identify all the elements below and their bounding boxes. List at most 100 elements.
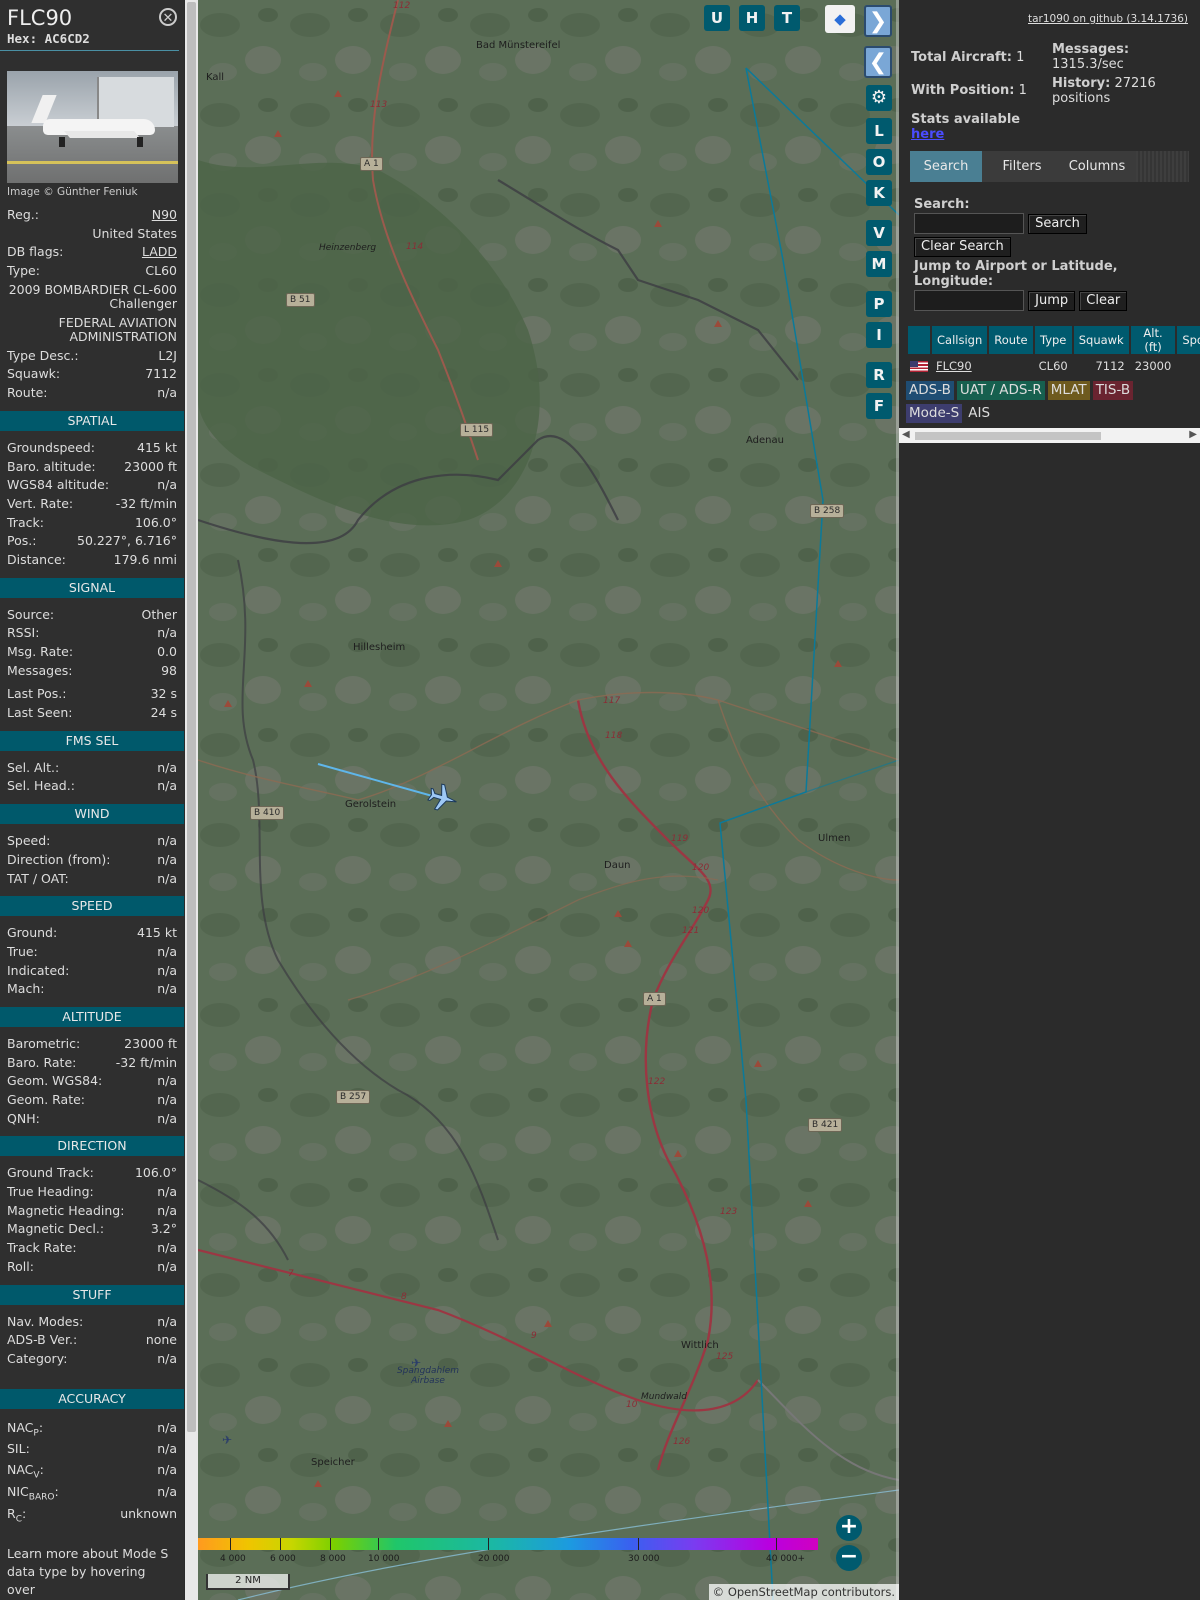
- jump-input[interactable]: [914, 290, 1024, 311]
- learn-more-text: Learn more about Mode S data type by hov…: [7, 1545, 169, 1597]
- info-panel-scrollbar[interactable]: [185, 0, 198, 1600]
- section-header-fms-sel: FMS SEL: [0, 730, 184, 751]
- section-header-wind: WIND: [0, 804, 184, 825]
- road-number: 7: [288, 1269, 294, 1279]
- map-button-u[interactable]: U: [704, 5, 730, 31]
- info-row: Distance: 179.6 nmi: [0, 551, 184, 570]
- road-number: 10: [626, 1400, 638, 1410]
- road-shield: A 1: [643, 992, 666, 1006]
- reg-label: Reg.:: [7, 207, 39, 222]
- tab-search[interactable]: Search: [910, 151, 982, 182]
- table-horizontal-scrollbar[interactable]: ◀ ▶: [899, 428, 1200, 443]
- table-header-type[interactable]: Type: [1034, 326, 1072, 354]
- table-header-flag[interactable]: [908, 326, 930, 354]
- info-row-value: n/a: [157, 477, 177, 493]
- stats-here-link[interactable]: here: [911, 127, 1196, 142]
- road-number: 120: [692, 863, 710, 873]
- aircraft-photo[interactable]: [7, 71, 178, 183]
- jump-button[interactable]: Jump: [1028, 290, 1076, 311]
- source-tisb[interactable]: TIS-B: [1092, 381, 1134, 400]
- altitude-legend-tick: [378, 1538, 379, 1550]
- road-shield: B 257: [336, 1090, 371, 1104]
- source-mlat[interactable]: MLAT: [1047, 381, 1090, 400]
- scrollbar-thumb[interactable]: [915, 432, 1101, 440]
- map-button-h[interactable]: H: [739, 5, 765, 31]
- source-uat[interactable]: UAT / ADS-R: [956, 381, 1045, 400]
- altitude-legend-tick: [280, 1538, 281, 1550]
- section-header-signal: SIGNAL: [0, 577, 184, 598]
- table-header-callsign[interactable]: Callsign: [932, 326, 988, 354]
- github-link[interactable]: tar1090 on github (3.14.1736): [1028, 13, 1188, 25]
- info-row-value: 24 s: [150, 705, 177, 721]
- info-row-value: -32 ft/min: [115, 495, 177, 511]
- info-row-label: Direction (from):: [7, 851, 111, 867]
- clear-search-button[interactable]: Clear Search: [914, 237, 1011, 257]
- selected-hex: Hex: AC6CD2: [7, 31, 90, 46]
- tab-columns[interactable]: Columns: [1060, 151, 1134, 182]
- info-row: True Heading: n/a: [0, 1183, 184, 1202]
- altitude-legend-label: 30 000: [628, 1554, 660, 1564]
- altitude-color-legend: [198, 1538, 818, 1550]
- map-button-m[interactable]: M: [866, 251, 892, 277]
- nacp-row: NACP: n/a: [0, 1417, 184, 1439]
- scrollbar-thumb[interactable]: [187, 2, 196, 1432]
- map-view[interactable]: ✈ ✈ Kall Bad Münstereifel Heinzenberg Adena…: [198, 0, 899, 1600]
- layers-icon[interactable]: ◆: [825, 5, 855, 33]
- chevron-right-icon[interactable]: ❯: [864, 5, 892, 37]
- map-button-v[interactable]: V: [866, 220, 892, 246]
- road-number: 113: [370, 100, 388, 110]
- scroll-left-icon[interactable]: ◀: [902, 429, 910, 440]
- info-row-label: Geom. Rate:: [7, 1092, 86, 1107]
- search-input[interactable]: [914, 213, 1024, 234]
- gear-icon[interactable]: ⚙: [866, 85, 892, 111]
- info-row: Direction (from): n/a: [0, 851, 184, 870]
- road-number: 120: [692, 906, 710, 916]
- info-row-label: Msg. Rate:: [7, 644, 74, 659]
- map-place-label: Heinzenberg: [319, 243, 377, 253]
- source-adsb[interactable]: ADS-B: [906, 381, 954, 400]
- table-header-route[interactable]: Route: [989, 326, 1033, 354]
- zoom-in-button[interactable]: +: [836, 1515, 862, 1541]
- cell-callsign[interactable]: FLC90: [932, 356, 987, 376]
- clear-jump-button[interactable]: Clear: [1079, 290, 1128, 311]
- map-button-i[interactable]: I: [866, 322, 892, 348]
- registration-link[interactable]: N90: [152, 206, 177, 225]
- map-button-f[interactable]: F: [866, 393, 892, 419]
- zoom-out-button[interactable]: −: [836, 1545, 862, 1571]
- table-row[interactable]: FLC90 CL60 7112 23000 4: [908, 356, 1200, 376]
- table-header-altitude[interactable]: Alt. (ft): [1130, 326, 1176, 354]
- map-button-o[interactable]: O: [866, 149, 892, 175]
- info-row: Geom. WGS84: n/a: [0, 1072, 184, 1091]
- chevron-left-icon[interactable]: ❮: [864, 46, 892, 78]
- info-row-value: n/a: [157, 625, 177, 641]
- map-place-label: Spangdahlem Airbase: [396, 1366, 460, 1386]
- info-row-value: n/a: [157, 981, 177, 997]
- source-modes[interactable]: Mode-S: [906, 404, 963, 423]
- tab-overflow: [1136, 151, 1189, 182]
- type-row: Type: CL60: [0, 262, 184, 281]
- map-button-p[interactable]: P: [866, 291, 892, 317]
- table-header-squawk[interactable]: Squawk: [1073, 326, 1129, 354]
- info-row: Messages: 98: [0, 662, 184, 681]
- close-icon[interactable]: ✕: [159, 8, 177, 26]
- sil-label: SIL:: [7, 1440, 30, 1456]
- scroll-right-icon[interactable]: ▶: [1189, 429, 1197, 440]
- map-button-l[interactable]: L: [866, 118, 892, 144]
- map-button-r[interactable]: R: [866, 362, 892, 388]
- info-row: Magnetic Heading: n/a: [0, 1202, 184, 1221]
- source-ais[interactable]: AIS: [965, 404, 993, 423]
- squawk-value: 7112: [145, 366, 177, 382]
- dbflags-link[interactable]: LADD: [142, 243, 177, 262]
- search-button[interactable]: Search: [1028, 213, 1087, 234]
- info-row-value: 50.227°, 6.716°: [77, 533, 177, 549]
- squawk-row: Squawk: 7112: [0, 365, 184, 384]
- altitude-legend-label: 10 000: [368, 1554, 400, 1564]
- table-header-speed[interactable]: Spd.: [1177, 326, 1200, 354]
- tab-filters[interactable]: Filters: [986, 151, 1058, 182]
- map-button-k[interactable]: K: [866, 180, 892, 206]
- info-row: RSSI: n/a: [0, 624, 184, 643]
- cell-squawk: 7112: [1095, 359, 1125, 373]
- cell-type: CL60: [1038, 359, 1068, 373]
- map-button-t[interactable]: T: [774, 5, 800, 31]
- osm-link[interactable]: OpenStreetMap: [728, 1585, 818, 1599]
